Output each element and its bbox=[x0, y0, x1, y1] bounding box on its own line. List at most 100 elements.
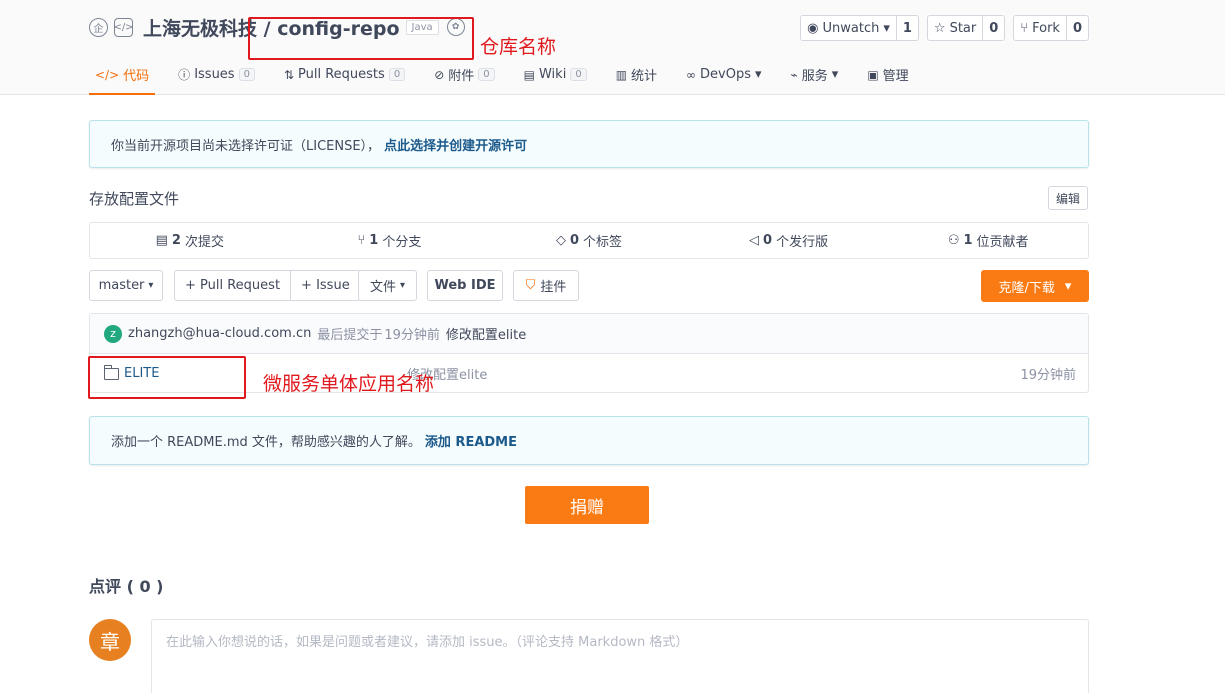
edit-description-button[interactable]: 编辑 bbox=[1048, 186, 1089, 210]
tab-issues[interactable]: ⓘ Issues 0 bbox=[172, 56, 261, 93]
bookmark-icon: ⛉ bbox=[525, 278, 536, 293]
watch-button[interactable]: ◉ Unwatch ▾ 1 bbox=[800, 15, 919, 41]
license-create-link[interactable]: 点此选择并创建开源许可 bbox=[384, 135, 527, 154]
latest-commit-row: z zhangzh@hua-cloud.com.cn 最后提交于 19分钟前 修… bbox=[90, 314, 1088, 354]
tab-count: 0 bbox=[478, 68, 495, 81]
tags-count: 0 bbox=[569, 233, 579, 248]
stats-icon: ▥ bbox=[615, 67, 628, 82]
enterprise-icon: 企 bbox=[89, 17, 108, 37]
tab-count: 0 bbox=[388, 68, 406, 81]
star-button[interactable]: ☆ Star 0 bbox=[926, 15, 1006, 41]
watch-label: Unwatch bbox=[822, 20, 880, 36]
avatar[interactable]: 章 bbox=[89, 619, 131, 661]
star-label: Star bbox=[949, 20, 977, 36]
tab-label: Issues bbox=[194, 67, 235, 82]
attachment-icon: ⊘ bbox=[434, 67, 445, 82]
tab-service[interactable]: ⌁ 服务 ▾ bbox=[785, 56, 845, 93]
commit-message[interactable]: 修改配置elite bbox=[446, 324, 526, 343]
tab-label: 管理 bbox=[882, 69, 909, 84]
tab-count: 0 bbox=[570, 68, 587, 81]
tags-link[interactable]: ◇ 0 个标签 bbox=[489, 223, 689, 258]
contributors-count: 1 bbox=[963, 233, 973, 248]
comment-input[interactable]: 在此输入你想说的话，如果是问题或者建议，请添加 issue。（评论支持 Mark… bbox=[151, 619, 1089, 693]
commit-prefix: 最后提交于 bbox=[317, 328, 383, 343]
tab-label: Pull Requests bbox=[298, 67, 385, 82]
tab-manage[interactable]: ▣ 管理 bbox=[861, 56, 914, 93]
new-pull-request-button[interactable]: + Pull Request bbox=[175, 271, 290, 300]
star-icon: ☆ bbox=[933, 20, 946, 36]
fork-icon: ⑂ bbox=[1020, 20, 1029, 36]
contributors-icon: ⚇ bbox=[947, 233, 960, 248]
repo-header: 企 </> 上海无极科技 / config-repo Java ✿ ◉ Unwat… bbox=[0, 0, 1225, 95]
commits-count: 2 bbox=[171, 233, 181, 248]
watch-count[interactable]: 1 bbox=[897, 16, 918, 40]
commit-icon: ▤ bbox=[155, 233, 168, 248]
repo-summary-bar: ▤ 2 次提交 ⑂ 1 个分支 ◇ 0 个标签 ◁ 0 个发行版 ⚇ 1 位贡献… bbox=[89, 222, 1089, 259]
commit-time: 19分钟前 bbox=[384, 328, 440, 343]
branches-link[interactable]: ⑂ 1 个分支 bbox=[290, 223, 490, 258]
wiki-icon: ▤ bbox=[523, 67, 535, 82]
widget-button[interactable]: ⛉ 挂件 bbox=[513, 270, 579, 301]
devops-icon: ∞ bbox=[686, 67, 697, 82]
caret-down-icon: ▾ bbox=[831, 67, 839, 82]
web-ide-button[interactable]: Web IDE bbox=[427, 270, 503, 301]
file-menu-button[interactable]: 文件 ▾ bbox=[358, 270, 417, 301]
repo-description: 存放配置文件 bbox=[89, 190, 180, 208]
contributors-link[interactable]: ⚇ 1 位贡献者 bbox=[888, 223, 1088, 258]
star-count[interactable]: 0 bbox=[983, 16, 1004, 40]
file-menu-label: 文件 bbox=[369, 280, 396, 295]
caret-down-icon: ▾ bbox=[1064, 278, 1072, 294]
pr-issue-group: + Pull Request + Issue bbox=[174, 270, 361, 301]
tab-label: DevOps bbox=[700, 67, 752, 82]
branches-count: 1 bbox=[369, 233, 379, 248]
code-icon: </> bbox=[95, 67, 120, 82]
fork-label: Fork bbox=[1032, 20, 1060, 36]
comments-title: 点评 ( 0 ) bbox=[89, 577, 164, 596]
repo-name-annotation: 仓库名称 bbox=[480, 36, 557, 58]
donate-button[interactable]: 捐赠 bbox=[525, 486, 649, 524]
avatar[interactable]: z bbox=[104, 324, 122, 343]
caret-down-icon: ▾ bbox=[755, 67, 762, 82]
pull-request-icon: ⇅ bbox=[283, 67, 295, 82]
commits-label: 次提交 bbox=[184, 235, 224, 250]
service-name-annotation: 微服务单体应用名称 bbox=[263, 373, 435, 395]
fork-button[interactable]: ⑂ Fork 0 bbox=[1013, 15, 1089, 41]
tags-label: 个标签 bbox=[583, 235, 623, 250]
repo-toolbar: master ▾ + Pull Request + Issue 文件 ▾ Web… bbox=[89, 270, 1089, 302]
caret-down-icon: ▾ bbox=[883, 20, 890, 36]
repo-nav: </> 代码 ⓘ Issues 0 ⇅ Pull Requests 0 ⊘ 附件… bbox=[89, 56, 932, 95]
tab-attachments[interactable]: ⊘ 附件 0 bbox=[428, 56, 500, 93]
service-name-highlight-box bbox=[88, 356, 246, 399]
repo-owner[interactable]: 上海无极科技 bbox=[143, 18, 257, 40]
issue-icon: ⓘ bbox=[178, 68, 191, 82]
tab-devops[interactable]: ∞ DevOps ▾ bbox=[680, 56, 768, 93]
add-readme-link[interactable]: 添加 README bbox=[425, 431, 517, 450]
tab-stats[interactable]: ▥ 统计 bbox=[610, 56, 663, 93]
tab-label: 服务 bbox=[801, 69, 828, 84]
readme-notice: 添加一个 README.md 文件，帮助感兴趣的人了解。 添加 README bbox=[89, 416, 1089, 465]
clone-label: 克隆/下载 bbox=[998, 280, 1055, 296]
commit-author[interactable]: zhangzh@hua-cloud.com.cn bbox=[128, 326, 311, 341]
releases-link[interactable]: ◁ 0 个发行版 bbox=[689, 223, 889, 258]
commits-link[interactable]: ▤ 2 次提交 bbox=[90, 223, 290, 258]
file-commit-time: 19分钟前 bbox=[1020, 368, 1076, 383]
new-issue-button[interactable]: + Issue bbox=[290, 271, 360, 300]
clone-download-button[interactable]: 克隆/下载 ▾ bbox=[981, 270, 1089, 302]
fork-count[interactable]: 0 bbox=[1067, 16, 1088, 40]
branch-select[interactable]: master ▾ bbox=[89, 270, 163, 301]
widget-label: 挂件 bbox=[540, 280, 567, 295]
manage-icon: ▣ bbox=[867, 67, 879, 82]
contributors-label: 位贡献者 bbox=[976, 235, 1029, 250]
tab-label: 代码 bbox=[123, 69, 150, 84]
license-text: 你当前开源项目尚未选择许可证（LICENSE）， bbox=[111, 138, 381, 154]
tab-count: 0 bbox=[238, 68, 255, 81]
repo-name-highlight-box bbox=[248, 17, 474, 60]
tab-pull-requests[interactable]: ⇅ Pull Requests 0 bbox=[278, 56, 411, 93]
release-icon: ◁ bbox=[749, 233, 760, 248]
tab-label: 统计 bbox=[631, 69, 658, 84]
license-notice: 你当前开源项目尚未选择许可证（LICENSE）， 点此选择并创建开源许可 bbox=[89, 120, 1089, 168]
tab-code[interactable]: </> 代码 bbox=[89, 56, 156, 95]
tab-wiki[interactable]: ▤ Wiki 0 bbox=[518, 56, 593, 93]
repo-stats: ◉ Unwatch ▾ 1 ☆ Star 0 ⑂ Fork 0 bbox=[800, 15, 1089, 41]
caret-down-icon: ▾ bbox=[148, 280, 154, 291]
